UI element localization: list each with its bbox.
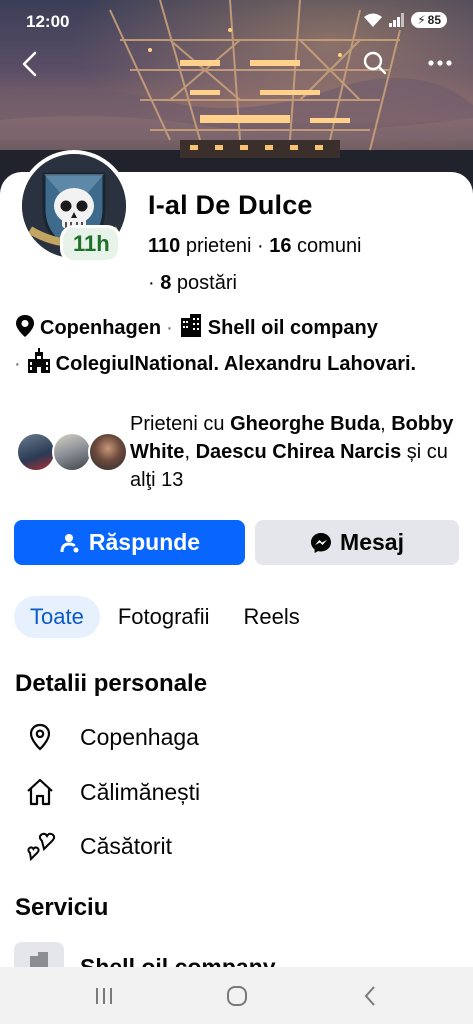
profile-stats: 110 prieteni · 16 comuni · 8 postări <box>148 228 448 302</box>
messenger-icon <box>311 532 332 553</box>
home-circle-icon <box>227 986 247 1006</box>
recent-apps-icon <box>96 988 112 1004</box>
mutual-friends[interactable]: Prieteni cu Gheorghe Buda, Bobby White, … <box>16 410 466 500</box>
mutual-prefix: Prieteni cu <box>130 413 225 435</box>
profile-tabs: Toate Fotografii Reels <box>14 594 318 640</box>
status-bar: 12:00 ⚡ 85 <box>0 0 473 44</box>
detail-label: Călimănești <box>80 778 201 805</box>
battery-indicator: ⚡ 85 <box>411 12 447 28</box>
signal-icon <box>389 13 405 27</box>
stat-separator: · <box>257 235 270 257</box>
mutual-friends-text: Prieteni cu Gheorghe Buda, Bobby White, … <box>130 410 460 494</box>
detail-label: Copenhaga <box>80 723 199 750</box>
communities-label: comuni <box>297 235 362 257</box>
message-button[interactable]: Mesaj <box>255 520 459 565</box>
detail-item-hometown[interactable]: Călimănești <box>22 772 452 812</box>
tab-all[interactable]: Toate <box>14 596 100 638</box>
mutual-friends-avatars <box>16 432 128 474</box>
friends-count: 110 <box>148 235 181 257</box>
intro-separator: · <box>166 317 173 339</box>
mutual-friend-name: Daescu Chirea Narcis <box>195 441 402 463</box>
recent-apps-button[interactable] <box>84 981 124 1011</box>
respond-button-label: Răspunde <box>88 529 201 555</box>
mutual-friend-name: Gheorghe Buda <box>230 413 381 435</box>
detail-item-location[interactable]: Copenhaga <box>22 717 452 757</box>
back-button[interactable] <box>12 46 48 82</box>
search-button[interactable] <box>358 46 392 80</box>
communities-stat[interactable]: 16 comuni <box>269 235 361 257</box>
work-building-icon <box>178 312 204 348</box>
chevron-left-icon <box>22 51 37 77</box>
system-back-button[interactable] <box>350 981 390 1011</box>
detail-item-relationship[interactable]: Căsătorit <box>22 826 452 866</box>
tab-photos[interactable]: Fotografii <box>102 596 226 638</box>
status-icons: ⚡ 85 <box>363 12 447 28</box>
home-icon <box>22 778 58 806</box>
school-icon <box>26 348 52 384</box>
home-button[interactable] <box>217 981 257 1011</box>
posts-label: postări <box>176 272 237 294</box>
mutual-friend-avatar <box>88 432 128 472</box>
message-button-label: Mesaj <box>340 529 404 555</box>
profile-name: I-al De Dulce <box>148 190 313 220</box>
battery-level: 85 <box>427 13 441 27</box>
person-check-icon <box>60 533 79 552</box>
intro-separator: · <box>14 353 21 375</box>
detail-label: Căsătorit <box>80 832 173 859</box>
wifi-icon <box>364 13 383 27</box>
location-pin-icon <box>22 723 58 751</box>
status-time: 12:00 <box>26 12 70 31</box>
intro-work[interactable]: Shell oil company <box>208 317 378 339</box>
respond-button[interactable]: Răspunde <box>14 520 245 565</box>
charging-bolt-icon: ⚡ <box>417 13 426 27</box>
intro-school[interactable]: ColegiulNational. Alexandru Lahovari. <box>56 353 416 375</box>
posts-count: 8 <box>160 272 172 294</box>
stat-separator: · <box>148 272 161 294</box>
intro-location[interactable]: Copenhagen <box>40 317 161 339</box>
service-title: Serviciu <box>15 894 109 921</box>
mutual-friend-avatar <box>16 432 56 472</box>
mutual-friend-avatar <box>52 432 92 472</box>
mutual-comma: , <box>184 441 190 463</box>
mutual-comma: , <box>380 413 386 435</box>
personal-details-title: Detalii personale <box>15 670 208 697</box>
location-pin-icon <box>14 314 36 348</box>
chevron-left-icon <box>364 986 375 1006</box>
story-time-badge: 11h <box>60 225 121 263</box>
tab-reels[interactable]: Reels <box>228 596 316 638</box>
friends-stat[interactable]: 110 prieteni <box>148 235 251 257</box>
more-dots-icon <box>428 60 452 66</box>
posts-stat[interactable]: · 8 postări <box>148 272 237 294</box>
profile-intro: Copenhagen · Shell oil company · Colegiul… <box>14 312 464 384</box>
system-navigation-bar <box>0 967 473 1024</box>
friends-label: prieteni <box>185 235 252 257</box>
more-options-button[interactable] <box>423 46 457 80</box>
search-icon <box>363 51 387 75</box>
communities-count: 16 <box>269 235 292 257</box>
hearts-icon <box>22 831 58 861</box>
